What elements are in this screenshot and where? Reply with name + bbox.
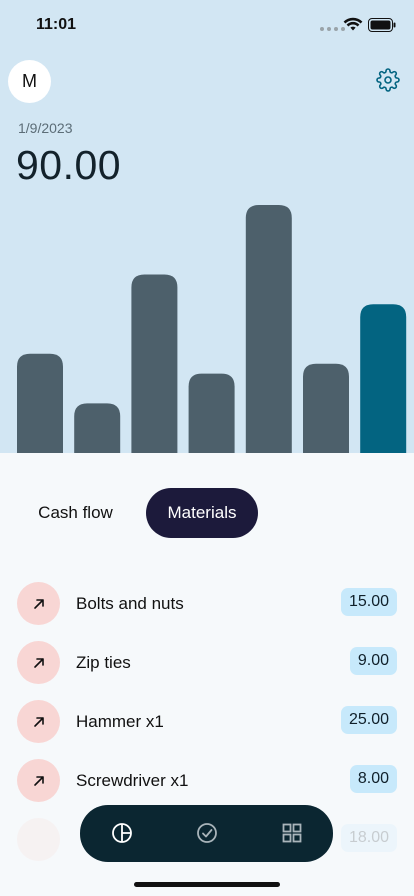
status-bar: 11:01 [0,0,414,50]
item-name: Hammer x1 [76,712,164,731]
chart-bar[interactable] [131,274,178,453]
list-item[interactable]: Screwdriver x1 8.00 [0,755,414,805]
status-time: 11:01 [36,16,77,33]
chart-bar[interactable] [303,363,349,453]
item-name: Zip ties [76,653,131,672]
check-circle-icon[interactable] [195,821,219,845]
item-price: 8.00 [349,765,397,793]
bar-chart [17,205,407,453]
settings-icon[interactable] [376,68,400,92]
chart-bar[interactable] [245,205,292,453]
arrow-up-right-icon [17,759,60,802]
signal-icon [320,27,345,31]
tab-cash-flow[interactable]: Cash flow [18,488,133,538]
grid-icon[interactable] [280,821,304,845]
arrow-up-right-icon [17,582,60,625]
item-price: 25.00 [340,706,397,734]
chart-bar[interactable] [17,353,63,453]
list-item[interactable]: Hammer x1 25.00 [0,696,414,746]
battery-icon [368,18,396,32]
arrow-up-right-icon [17,700,60,743]
tab-materials[interactable]: Materials [146,488,258,538]
selected-date: 1/9/2023 [18,120,73,136]
list-item[interactable]: Zip ties 9.00 [0,637,414,687]
bottom-nav [80,805,333,862]
item-price: 18.00 [340,824,397,852]
arrow-up-right-icon [17,641,60,684]
item-name: Screwdriver x1 [76,771,189,790]
chart-bar[interactable] [74,403,121,453]
list-item[interactable]: Bolts and nuts 15.00 [0,578,414,628]
segment-tabs: Cash flow Materials [0,488,414,538]
chart-bar[interactable] [188,373,235,453]
item-price: 9.00 [349,647,397,675]
arrow-up-right-icon [17,818,60,861]
home-indicator [134,882,280,887]
chart-pie-icon[interactable] [110,821,134,845]
item-price: 15.00 [340,588,397,616]
wifi-icon [343,17,363,31]
chart-bar-selected[interactable] [360,304,407,453]
header-section: 11:01 M 1/9/2023 90.00 [0,0,414,453]
avatar[interactable]: M [8,60,51,103]
selected-amount: 90.00 [16,142,122,188]
item-name: Bolts and nuts [76,594,184,613]
